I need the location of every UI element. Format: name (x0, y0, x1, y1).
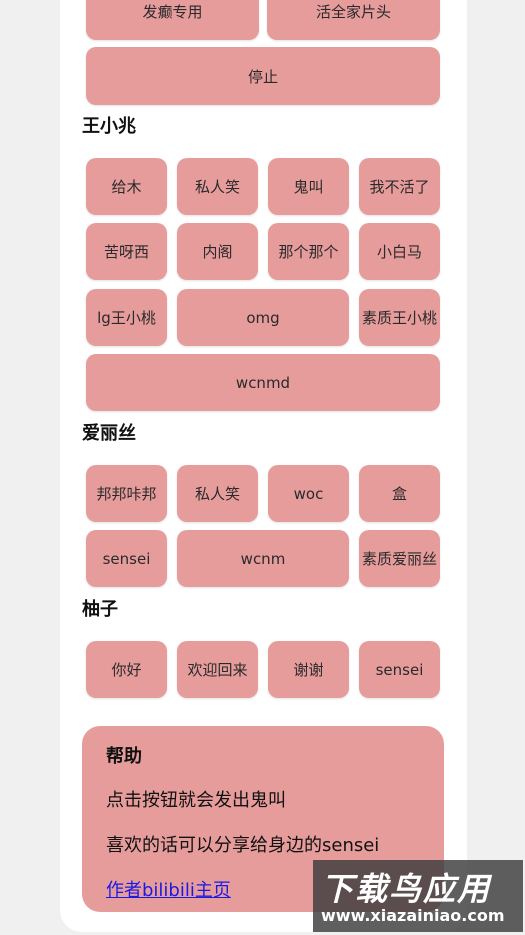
sound-button[interactable]: 欢迎回来 (177, 641, 258, 698)
sound-button[interactable]: 私人笑 (177, 158, 258, 215)
help-text-line: 点击按钮就会发出鬼叫 (106, 790, 286, 811)
help-title: 帮助 (106, 746, 142, 767)
author-homepage-link[interactable]: 作者bilibili主页 (106, 876, 231, 902)
sound-button[interactable]: sensei (359, 641, 440, 698)
sound-button-huoquanjia[interactable]: 活全家片头 (267, 0, 440, 40)
stop-button[interactable]: 停止 (86, 47, 440, 105)
sound-button[interactable]: 内阁 (177, 223, 258, 280)
sound-button[interactable]: woc (268, 465, 349, 522)
sound-button[interactable]: 谢谢 (268, 641, 349, 698)
section-title-alice: 爱丽丝 (82, 423, 136, 444)
section-title-wangxiaozhao: 王小兆 (82, 116, 136, 137)
sound-button[interactable]: 鬼叫 (268, 158, 349, 215)
sound-button[interactable]: 私人笑 (177, 465, 258, 522)
watermark-logo: 下载鸟应用 www.xiazainiao.com (313, 860, 523, 932)
sound-button[interactable]: 给木 (86, 158, 167, 215)
sound-button[interactable]: omg (177, 289, 349, 346)
sound-button[interactable]: sensei (86, 530, 167, 587)
watermark-url: www.xiazainiao.com (321, 906, 505, 925)
sound-button-fadian[interactable]: 发癫专用 (86, 0, 259, 40)
sound-button[interactable]: 你好 (86, 641, 167, 698)
sound-button[interactable]: 小白马 (359, 223, 440, 280)
sound-button[interactable]: 我不活了 (359, 158, 440, 215)
sound-button[interactable]: wcnmd (86, 354, 440, 411)
sound-button[interactable]: 那个那个 (268, 223, 349, 280)
watermark-title: 下载鸟应用 (321, 870, 492, 908)
sound-button[interactable]: 邦邦咔邦 (86, 465, 167, 522)
sound-button[interactable]: wcnm (177, 530, 349, 587)
sound-button[interactable]: 素质爱丽丝 (359, 530, 440, 587)
sound-button[interactable]: 盒 (359, 465, 440, 522)
sound-button[interactable]: 苦呀西 (86, 223, 167, 280)
sound-button[interactable]: 素质王小桃 (359, 289, 440, 346)
sound-button[interactable]: lg王小桃 (86, 289, 167, 346)
section-title-yuzu: 柚子 (82, 599, 118, 620)
help-text-line: 喜欢的话可以分享给身边的sensei (106, 835, 380, 856)
